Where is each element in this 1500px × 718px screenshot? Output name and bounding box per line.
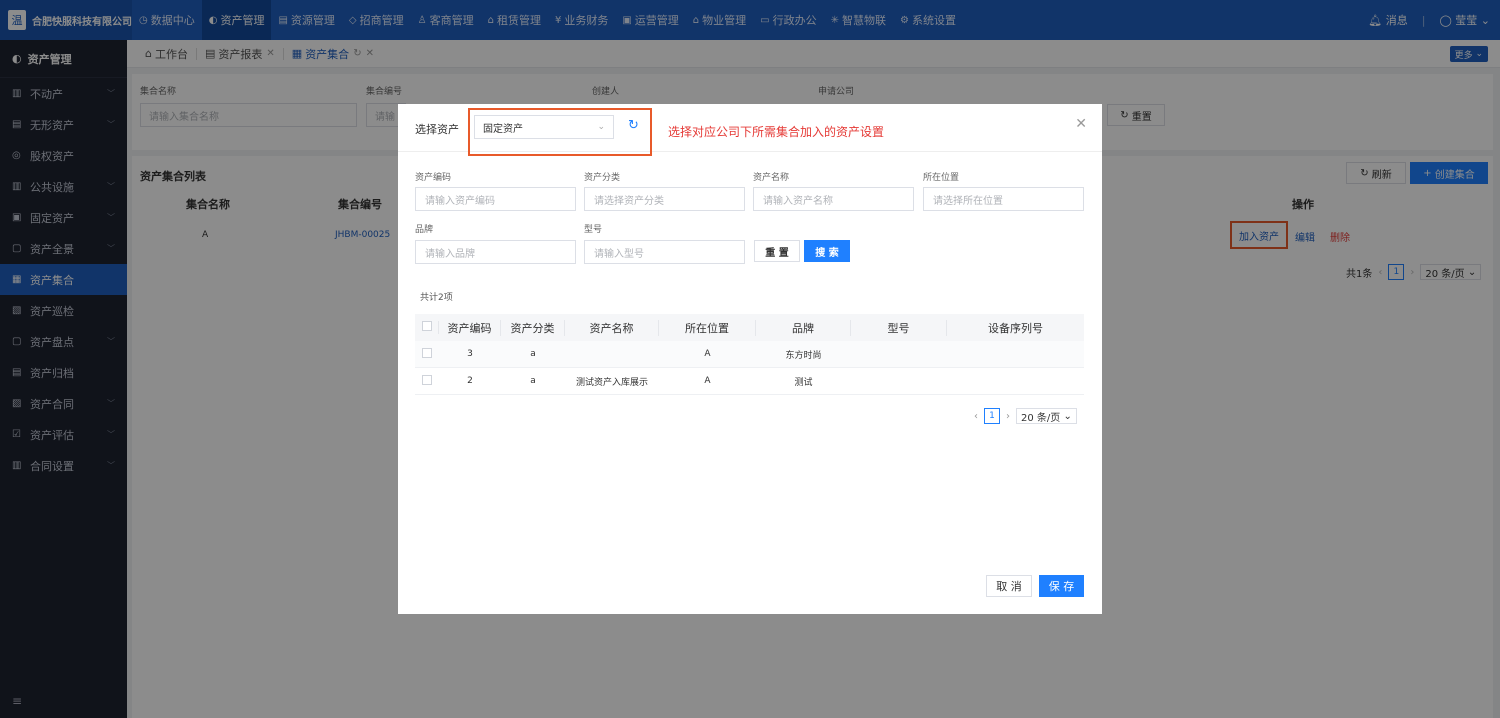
asset-category-label: 资产分类 bbox=[584, 173, 621, 183]
col-header: 型号 bbox=[851, 319, 947, 336]
col-header: 所在位置 bbox=[659, 319, 756, 336]
page-size-select[interactable]: 20 条/页 ⌄ bbox=[1016, 408, 1077, 424]
prev-page-icon[interactable]: ‹ bbox=[974, 411, 978, 422]
next-page-icon[interactable]: › bbox=[1006, 411, 1010, 422]
select-all-checkbox[interactable] bbox=[415, 321, 439, 334]
table-row[interactable]: 2 a 测试资产入库展示 A 测试 bbox=[415, 368, 1084, 395]
search-button[interactable]: 搜 索 bbox=[804, 240, 850, 262]
annotation-note: 选择对应公司下所需集合加入的资产设置 bbox=[668, 125, 885, 139]
col-header: 资产分类 bbox=[501, 319, 565, 336]
asset-category-select[interactable]: 请选择资产分类 bbox=[584, 187, 745, 211]
close-icon[interactable]: ✕ bbox=[1075, 116, 1087, 132]
table-cell: a bbox=[530, 376, 536, 386]
asset-name-label: 资产名称 bbox=[753, 173, 790, 183]
page-number[interactable]: 1 bbox=[984, 408, 1000, 424]
location-label: 所在位置 bbox=[923, 173, 960, 183]
table-row[interactable]: 3 a A 东方时尚 bbox=[415, 341, 1084, 368]
save-button[interactable]: 保 存 bbox=[1039, 575, 1084, 597]
row-checkbox[interactable] bbox=[415, 347, 439, 361]
modal-header: 选择资产 固定资产 ⌄ ↻ 选择对应公司下所需集合加入的资产设置 ✕ bbox=[398, 104, 1102, 156]
brand-input[interactable]: 请输入品牌 bbox=[415, 240, 576, 264]
asset-name-input[interactable]: 请输入资产名称 bbox=[753, 187, 914, 211]
total-count: 共计2项 bbox=[420, 293, 453, 303]
col-header: 资产名称 bbox=[565, 319, 659, 336]
table-cell: 测试 bbox=[794, 377, 813, 388]
table-cell: A bbox=[704, 376, 711, 386]
col-header: 品牌 bbox=[756, 319, 851, 336]
col-header: 资产编码 bbox=[439, 319, 501, 336]
table-cell: 2 bbox=[467, 376, 473, 386]
brand-label: 品牌 bbox=[415, 225, 434, 235]
asset-code-input[interactable]: 请输入资产编码 bbox=[415, 187, 576, 211]
page-size-value: 20 条/页 bbox=[1021, 412, 1061, 424]
table-cell: A bbox=[704, 349, 711, 359]
refresh-icon[interactable]: ↻ bbox=[628, 118, 639, 133]
select-asset-modal: 选择资产 固定资产 ⌄ ↻ 选择对应公司下所需集合加入的资产设置 ✕ 资产编码 … bbox=[398, 104, 1102, 614]
model-label: 型号 bbox=[584, 225, 603, 235]
asset-table: 资产编码 资产分类 资产名称 所在位置 品牌 型号 设备序列号 3 a A 东方… bbox=[415, 314, 1084, 395]
cancel-button[interactable]: 取 消 bbox=[986, 575, 1032, 597]
select-asset-label: 选择资产 bbox=[415, 123, 459, 136]
table-header: 资产编码 资产分类 资产名称 所在位置 品牌 型号 设备序列号 bbox=[415, 314, 1084, 341]
location-select[interactable]: 请选择所在位置 bbox=[923, 187, 1084, 211]
asset-code-label: 资产编码 bbox=[415, 173, 452, 183]
table-cell: 东方时尚 bbox=[785, 350, 822, 361]
row-checkbox[interactable] bbox=[415, 374, 439, 388]
col-header: 设备序列号 bbox=[988, 321, 1043, 335]
modal-pagination: ‹ 1 › 20 条/页 ⌄ bbox=[974, 408, 1077, 424]
highlight-box bbox=[468, 108, 652, 156]
table-cell: a bbox=[530, 349, 536, 359]
table-cell: 3 bbox=[467, 349, 473, 359]
table-cell: 测试资产入库展示 bbox=[575, 377, 648, 388]
reset-button[interactable]: 重 置 bbox=[754, 240, 800, 262]
model-input[interactable]: 请输入型号 bbox=[584, 240, 745, 264]
